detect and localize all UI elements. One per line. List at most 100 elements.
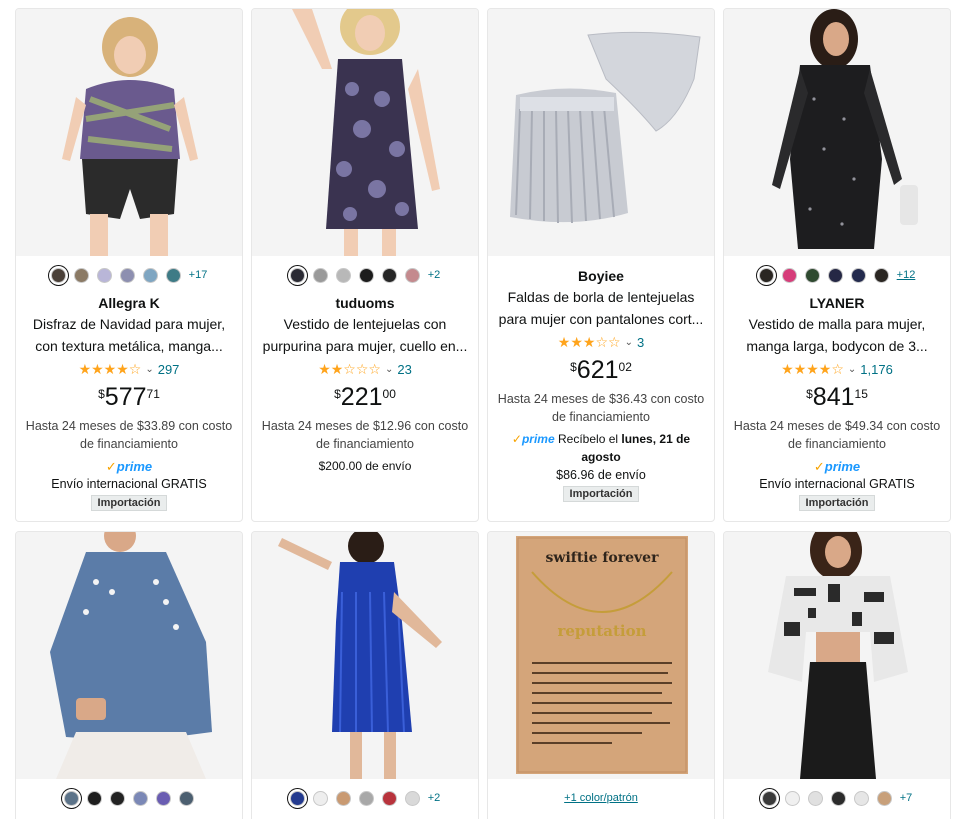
- brand-name: tuduoms: [335, 295, 395, 311]
- more-colors-link[interactable]: +12: [897, 269, 916, 281]
- chevron-down-icon[interactable]: ⌄: [625, 337, 633, 348]
- price-whole: 221: [340, 383, 383, 411]
- color-swatch[interactable]: [358, 790, 374, 806]
- color-swatch[interactable]: [110, 790, 125, 806]
- rating-count[interactable]: 3: [637, 335, 644, 350]
- rating-count[interactable]: 1,176: [860, 362, 893, 377]
- color-swatch[interactable]: [827, 267, 843, 283]
- more-colors-link[interactable]: +2: [428, 792, 441, 804]
- product-image[interactable]: [488, 9, 714, 256]
- product-card[interactable]: +7: [723, 531, 951, 819]
- more-colors-link[interactable]: +17: [189, 269, 208, 281]
- color-swatch[interactable]: [781, 267, 797, 283]
- color-swatch[interactable]: [807, 790, 823, 806]
- color-swatch[interactable]: [96, 267, 112, 283]
- product-card[interactable]: swiftie forever reputation +1 color/patr…: [487, 531, 715, 819]
- product-image[interactable]: [16, 532, 242, 779]
- more-colors-link[interactable]: +1 color/patrón: [564, 792, 638, 804]
- rating-row[interactable]: ★★★★☆ ⌄ 1,176: [732, 359, 942, 379]
- product-card[interactable]: +2: [251, 531, 479, 819]
- color-swatch[interactable]: [335, 790, 351, 806]
- color-swatch[interactable]: [404, 267, 420, 283]
- import-badge: Importación: [562, 486, 640, 502]
- product-title[interactable]: Disfraz de Navidad para mujer, con textu…: [24, 313, 234, 357]
- color-swatches: +17: [16, 262, 242, 288]
- product-image[interactable]: [724, 532, 950, 779]
- brand-name: LYANER: [809, 295, 865, 311]
- rating-count[interactable]: 23: [397, 362, 411, 377]
- color-swatch[interactable]: [312, 790, 328, 806]
- product-title[interactable]: Vestido de lentejuelas con purpurina par…: [260, 313, 470, 357]
- color-swatch[interactable]: [312, 267, 328, 283]
- shipping-text: Envío internacional GRATIS: [759, 477, 915, 491]
- color-swatches: +2: [252, 262, 478, 288]
- product-image[interactable]: [252, 532, 478, 779]
- color-swatch[interactable]: [804, 267, 820, 283]
- color-swatch[interactable]: [381, 267, 397, 283]
- brand-name: Allegra K: [98, 295, 160, 311]
- color-swatches: +7: [724, 785, 950, 811]
- color-swatch[interactable]: [133, 790, 148, 806]
- check-icon: ✓: [813, 459, 825, 474]
- color-swatch[interactable]: [73, 267, 89, 283]
- chevron-down-icon[interactable]: ⌄: [848, 364, 856, 375]
- delivery-prefix: Recíbelo el: [558, 432, 619, 446]
- price-fraction: 71: [146, 387, 160, 401]
- more-colors-link[interactable]: +7: [900, 792, 913, 804]
- prime-badge: ✓prime: [732, 459, 942, 475]
- color-swatch[interactable]: [119, 267, 135, 283]
- product-card[interactable]: [15, 531, 243, 819]
- more-colors-link[interactable]: +2: [428, 269, 441, 281]
- product-card[interactable]: +2 tuduoms Vestido de lentejuelas con pu…: [251, 8, 479, 522]
- rating-row[interactable]: ★★☆☆☆ ⌄ 23: [260, 359, 470, 379]
- color-swatch[interactable]: [358, 267, 374, 283]
- color-swatch[interactable]: [761, 790, 777, 806]
- product-image[interactable]: [724, 9, 950, 256]
- color-swatch[interactable]: [87, 790, 102, 806]
- import-badge: Importación: [90, 495, 168, 511]
- chevron-down-icon[interactable]: ⌄: [385, 364, 393, 375]
- product-image[interactable]: [16, 9, 242, 256]
- prime-label: prime: [116, 459, 153, 474]
- color-swatch[interactable]: [156, 790, 171, 806]
- product-card[interactable]: +17 Allegra K Disfraz de Navidad para mu…: [15, 8, 243, 522]
- rating-row[interactable]: ★★★★☆ ⌄ 297: [24, 359, 234, 379]
- financing-text: Hasta 24 meses de $33.89 con costo de fi…: [25, 419, 233, 451]
- color-swatch[interactable]: [142, 267, 158, 283]
- product-title[interactable]: Vestido de malla para mujer, manga larga…: [732, 313, 942, 357]
- product-card[interactable]: +12 LYANER Vestido de malla para mujer, …: [723, 8, 951, 522]
- color-swatch[interactable]: [404, 790, 420, 806]
- color-swatch[interactable]: [289, 790, 305, 806]
- color-swatch[interactable]: [335, 267, 351, 283]
- price-symbol: $: [570, 360, 577, 374]
- chevron-down-icon[interactable]: ⌄: [145, 364, 153, 375]
- color-swatch[interactable]: [758, 267, 774, 283]
- color-swatch[interactable]: [179, 790, 194, 806]
- color-swatch[interactable]: [64, 790, 79, 806]
- color-swatch[interactable]: [50, 267, 66, 283]
- prime-badge: ✓prime: [512, 432, 555, 446]
- product-image[interactable]: swiftie forever reputation: [488, 532, 714, 779]
- color-swatches: +2: [252, 785, 478, 811]
- product-image[interactable]: [252, 9, 478, 256]
- color-swatch[interactable]: [830, 790, 846, 806]
- color-swatch[interactable]: [853, 790, 869, 806]
- color-swatch[interactable]: [850, 267, 866, 283]
- import-badge: Importación: [798, 495, 876, 511]
- color-swatch[interactable]: [289, 267, 305, 283]
- shipping-cost: $200.00 de envío: [318, 459, 412, 473]
- color-swatch[interactable]: [873, 267, 889, 283]
- rating-count[interactable]: 297: [158, 362, 180, 377]
- color-swatches: [16, 785, 242, 811]
- color-options: +1 color/patrón: [488, 785, 714, 811]
- product-title[interactable]: Faldas de borla de lentejuelas para muje…: [496, 286, 706, 330]
- price-whole: 841: [812, 383, 855, 411]
- rating-row[interactable]: ★★★☆☆ ⌄ 3: [496, 332, 706, 352]
- color-swatch[interactable]: [784, 790, 800, 806]
- product-card[interactable]: Boyiee Faldas de borla de lentejuelas pa…: [487, 8, 715, 522]
- color-swatch[interactable]: [876, 790, 892, 806]
- price: $ 841 15: [732, 383, 942, 415]
- color-swatch[interactable]: [165, 267, 181, 283]
- color-swatch[interactable]: [381, 790, 397, 806]
- delivery-info: ✓prime Recíbelo el lunes, 21 de agosto: [496, 430, 706, 466]
